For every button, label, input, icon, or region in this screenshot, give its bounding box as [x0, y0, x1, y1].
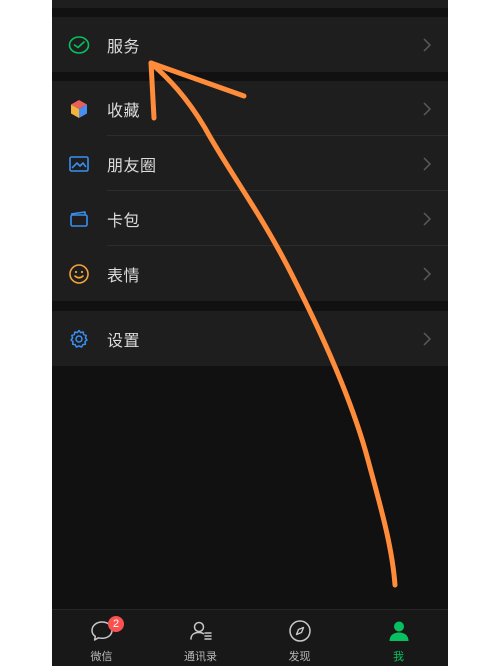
menu-item-stickers[interactable]: 表情	[52, 246, 448, 301]
chevron-right-icon	[422, 331, 432, 346]
tab-label: 微信	[90, 650, 113, 663]
menu-item-label: 服务	[107, 36, 141, 56]
top-group-edge	[52, 0, 448, 8]
unread-badge: 2	[108, 616, 124, 632]
chevron-right-icon	[422, 156, 432, 171]
chevron-right-icon	[422, 101, 432, 116]
menu-item-favorites[interactable]: 收藏	[52, 81, 448, 136]
gear-icon	[68, 328, 90, 350]
menu-item-label: 收藏	[107, 100, 141, 120]
phone-screen: 服务 收藏 朋友圈 卡包 表情 设置 2 微信 通讯录 发现 我	[52, 0, 448, 666]
menu-item-label: 设置	[107, 330, 141, 350]
menu-item-moments[interactable]: 朋友圈	[52, 136, 448, 191]
features-group: 收藏 朋友圈 卡包 表情	[52, 81, 448, 301]
tab-chats[interactable]: 2 微信	[52, 610, 151, 666]
menu-item-label: 表情	[107, 265, 141, 285]
menu-item-service[interactable]: 服务	[52, 17, 448, 72]
settings-group: 设置	[52, 311, 448, 366]
card-icon	[68, 208, 90, 230]
chevron-right-icon	[422, 211, 432, 226]
bottom-tab-bar: 2 微信 通讯录 发现 我	[52, 609, 448, 666]
service-group: 服务	[52, 17, 448, 72]
contacts-icon	[188, 618, 214, 644]
tab-label: 通讯录	[184, 650, 217, 663]
menu-item-label: 朋友圈	[107, 155, 157, 175]
tab-label: 我	[393, 650, 404, 663]
person-icon	[386, 618, 412, 644]
service-check-icon	[68, 34, 90, 56]
tab-me[interactable]: 我	[349, 610, 448, 666]
menu-item-settings[interactable]: 设置	[52, 311, 448, 366]
tab-discover[interactable]: 发现	[250, 610, 349, 666]
menu-item-label: 卡包	[107, 210, 141, 230]
tab-label: 发现	[288, 650, 311, 663]
chevron-right-icon	[422, 266, 432, 281]
tab-contacts[interactable]: 通讯录	[151, 610, 250, 666]
compass-icon	[287, 618, 313, 644]
menu-item-cards[interactable]: 卡包	[52, 191, 448, 246]
photo-icon	[68, 153, 90, 175]
cube-icon	[68, 98, 90, 120]
chevron-right-icon	[422, 37, 432, 52]
smiley-icon	[68, 263, 90, 285]
